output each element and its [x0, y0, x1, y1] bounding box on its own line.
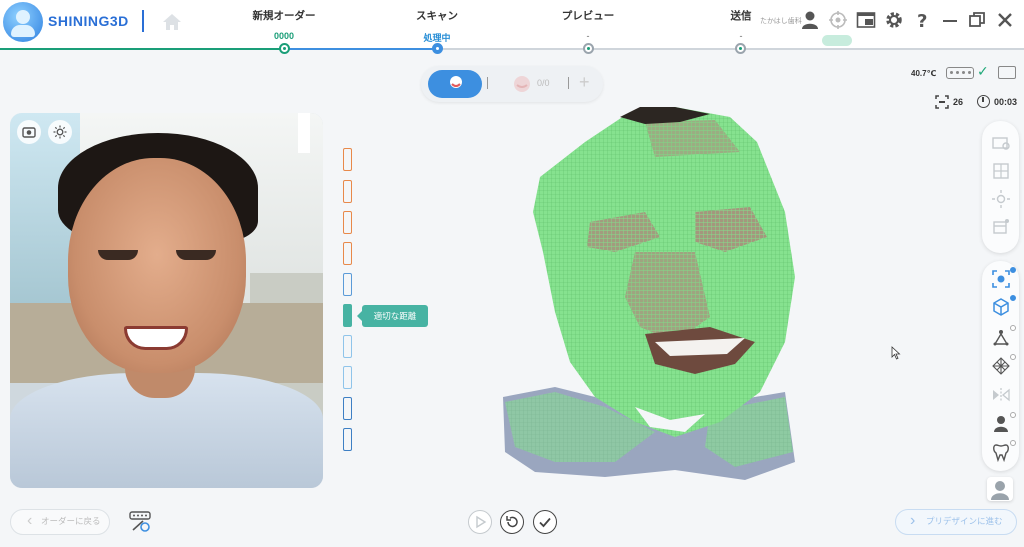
- distance-label: 適切な距離: [357, 305, 428, 327]
- mouth-scan-count: 0/0: [537, 78, 550, 88]
- display-tools-group: [982, 261, 1019, 471]
- distance-bar-near-4: [343, 242, 352, 265]
- back-to-order-button[interactable]: オーダーに戻る: [10, 509, 110, 535]
- step-preview-title: プレビュー: [561, 10, 615, 22]
- cube-view-indicator: [1010, 295, 1016, 301]
- connection-check-icon: ✓: [977, 63, 989, 79]
- distance-bar-far-1: [343, 397, 352, 420]
- brightness-icon[interactable]: [48, 120, 72, 144]
- mesh-indicator: [1010, 354, 1016, 360]
- calibration-badge: [822, 35, 852, 46]
- progress-done-line: [0, 48, 284, 50]
- close-icon[interactable]: [995, 10, 1015, 30]
- step-preview[interactable]: プレビュー -: [533, 8, 643, 41]
- camera-view-icon[interactable]: [991, 133, 1011, 153]
- logo-icon: [3, 2, 43, 42]
- step-send-sub: -: [739, 31, 743, 41]
- scanner-settings-icon[interactable]: [128, 509, 152, 533]
- point-cloud-indicator: [1010, 325, 1016, 331]
- avatar-icon[interactable]: [987, 477, 1013, 501]
- step-new-order-sub: 0000: [273, 31, 295, 41]
- step-dot-new-order: [279, 43, 290, 54]
- distance-bar-far-2: [343, 428, 352, 451]
- scan-timer: 00:03: [994, 97, 1018, 107]
- add-mode-button[interactable]: +: [579, 72, 590, 93]
- progress-active-line: [284, 48, 437, 50]
- patient-indicator: [1010, 412, 1016, 418]
- face-focus-icon[interactable]: [991, 269, 1011, 289]
- proceed-to-predesign-button[interactable]: プリデザインに進む: [895, 509, 1017, 535]
- restore-icon[interactable]: [967, 10, 987, 30]
- mouth-scan-icon[interactable]: [512, 74, 532, 94]
- help-icon[interactable]: ?: [912, 10, 932, 32]
- patient-icon[interactable]: [991, 414, 1011, 434]
- monitor-icon: [998, 66, 1016, 79]
- view-tools-group: [982, 121, 1019, 253]
- step-new-order-title: 新規オーダー: [252, 10, 316, 22]
- face-scan-icon: [450, 76, 462, 88]
- scan-3d-viewport[interactable]: [495, 102, 805, 487]
- cube-view-icon[interactable]: [991, 297, 1011, 317]
- face-scan-mode-button[interactable]: [428, 70, 482, 98]
- step-preview-sub: -: [586, 31, 590, 41]
- step-scan-title: スキャン: [416, 10, 458, 22]
- mouse-cursor-icon: [891, 346, 901, 360]
- brand-name: SHINING3D: [48, 13, 129, 29]
- mode-divider-2: [568, 77, 569, 89]
- settings-gear-icon[interactable]: [884, 10, 904, 30]
- minimize-icon[interactable]: [940, 10, 960, 30]
- confirm-button[interactable]: [533, 510, 557, 534]
- distance-bar-near-3: [343, 211, 352, 234]
- undo-button[interactable]: [500, 510, 524, 534]
- tooth-indicator: [1010, 440, 1016, 446]
- svg-text:?: ?: [917, 11, 927, 30]
- point-cloud-icon[interactable]: [991, 327, 1011, 347]
- camera-preview: [10, 113, 323, 488]
- step-new-order[interactable]: 新規オーダー 0000: [229, 8, 339, 41]
- step-dot-scan: [432, 43, 443, 54]
- distance-bar-current: [343, 304, 352, 327]
- face-scan-mesh: [503, 107, 795, 480]
- distance-bar-mid-2: [343, 335, 352, 358]
- frames-icon: [935, 95, 949, 109]
- calibration-icon[interactable]: [828, 10, 848, 30]
- grid-view-icon[interactable]: [991, 161, 1011, 181]
- step-scan[interactable]: スキャン 処理中: [382, 8, 492, 44]
- user-icon[interactable]: [800, 10, 820, 30]
- lighting-icon[interactable]: [991, 189, 1011, 209]
- camera-snapshot-icon[interactable]: [17, 120, 41, 144]
- progress-remaining-line: [437, 48, 1024, 50]
- mode-divider: [487, 77, 488, 89]
- texture-icon[interactable]: [991, 217, 1011, 237]
- step-dot-preview: [583, 43, 594, 54]
- scan-mode-toggle: 0/0 +: [421, 66, 603, 102]
- tooth-icon[interactable]: [991, 442, 1011, 463]
- scanner-temperature: 40.7℃: [911, 69, 937, 78]
- home-icon[interactable]: [160, 10, 184, 34]
- mesh-icon[interactable]: [991, 356, 1011, 376]
- distance-bar-mid-3: [343, 366, 352, 389]
- distance-bar-near-2: [343, 180, 352, 203]
- clinic-name: たかはし歯科: [760, 18, 802, 25]
- header-bar: SHINING3D 新規オーダー 0000 スキャン 処理中 プレビュー - 送…: [0, 0, 1024, 48]
- frame-count: 26: [953, 97, 964, 107]
- mirror-icon[interactable]: [991, 385, 1011, 405]
- scanner-device-icon: [946, 67, 974, 79]
- play-button[interactable]: [468, 510, 492, 534]
- face-focus-indicator: [1010, 267, 1016, 273]
- step-dot-send: [735, 43, 746, 54]
- screenshot-window-icon[interactable]: [856, 10, 876, 30]
- distance-bar-near-1: [343, 148, 352, 171]
- brand-divider: [142, 10, 144, 32]
- distance-bar-mid-1: [343, 273, 352, 296]
- clock-icon: [977, 95, 990, 108]
